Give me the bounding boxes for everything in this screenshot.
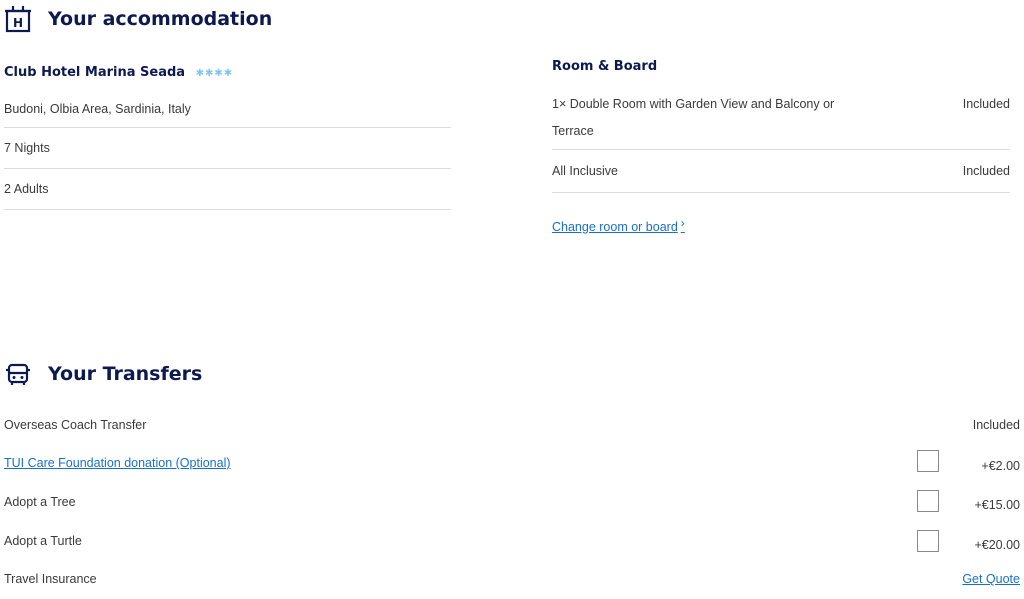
room-row: 1× Double Room with Garden View and Balc…	[552, 81, 1010, 150]
hotel-details: Club Hotel Marina Seada ✱✱✱✱ Budoni, Olb…	[4, 53, 451, 210]
coach-transfer-price: Included	[972, 418, 1020, 432]
adopt-tree-row: Adopt a Tree +€15.00	[4, 488, 1020, 516]
transfers-title-text: Your Transfers	[48, 363, 203, 385]
star-rating-icon: ✱✱✱✱	[195, 68, 234, 79]
adopt-tree-label: Adopt a Tree	[4, 495, 76, 509]
hotel-name: Club Hotel Marina Seada	[4, 65, 186, 80]
room-board-title: Room & Board	[552, 59, 658, 74]
svg-text:H: H	[13, 16, 23, 30]
hotel-name-line: Club Hotel Marina Seada ✱✱✱✱	[4, 53, 451, 93]
adopt-turtle-checkbox[interactable]	[917, 530, 939, 552]
coach-transfer-label: Overseas Coach Transfer	[4, 418, 147, 432]
accommodation-title-text: Your accommodation	[48, 8, 273, 30]
room-description: 1× Double Room with Garden View and Balc…	[552, 97, 835, 138]
transfers-section-title: Your Transfers	[4, 360, 202, 388]
adopt-tree-price: +€15.00	[974, 498, 1020, 512]
adopt-turtle-label: Adopt a Turtle	[4, 534, 82, 548]
hotel-icon: H	[4, 5, 32, 33]
bus-icon	[4, 360, 32, 388]
donation-checkbox[interactable]	[917, 450, 939, 472]
board-description: All Inclusive	[552, 164, 618, 178]
guest-count: 2 Adults	[4, 169, 451, 210]
chevron-right-icon: ›	[680, 216, 685, 230]
tui-care-donation-link[interactable]: TUI Care Foundation donation (Optional)	[4, 456, 231, 470]
accommodation-section-title: H Your accommodation	[4, 5, 272, 33]
change-room-board-link[interactable]: Change room or board ›	[552, 216, 685, 234]
change-room-board-label: Change room or board	[552, 220, 678, 234]
get-quote-link[interactable]: Get Quote	[962, 565, 1020, 593]
donation-price: +€2.00	[981, 459, 1020, 473]
room-board-panel: Room & Board 1× Double Room with Garden …	[552, 53, 1010, 236]
donation-row: TUI Care Foundation donation (Optional) …	[4, 449, 1020, 477]
adopt-turtle-row: Adopt a Turtle +€20.00	[4, 527, 1020, 555]
board-price: Included	[962, 164, 1010, 178]
travel-insurance-label: Travel Insurance	[4, 572, 97, 586]
hotel-location: Budoni, Olbia Area, Sardinia, Italy	[4, 93, 451, 128]
adopt-turtle-price: +€20.00	[974, 538, 1020, 552]
coach-transfer-row: Overseas Coach Transfer Included	[4, 411, 1020, 439]
board-row: All Inclusive Included	[552, 150, 1010, 193]
room-price: Included	[962, 97, 1010, 111]
adopt-tree-checkbox[interactable]	[917, 490, 939, 512]
travel-insurance-row: Travel Insurance Get Quote	[4, 565, 1020, 593]
stay-nights: 7 Nights	[4, 128, 451, 169]
